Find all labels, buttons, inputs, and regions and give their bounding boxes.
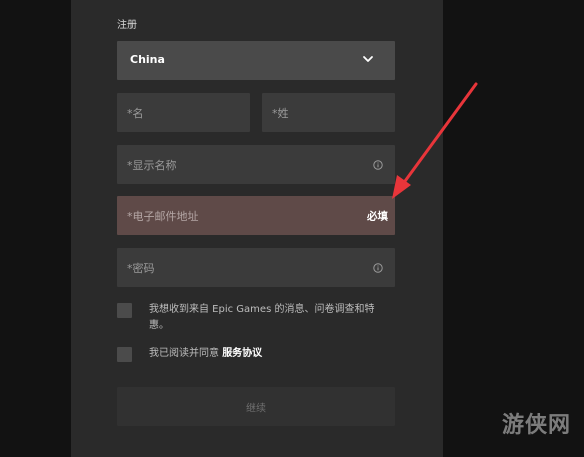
chevron-down-icon [363,56,373,62]
display-name-field[interactable]: *显示名称 [117,145,395,184]
country-select-value: China [130,53,165,66]
terms-checkbox[interactable] [117,347,132,362]
last-name-field[interactable]: *姓 [262,93,395,132]
last-name-placeholder: *姓 [272,106,289,120]
email-required-error: 必填 [367,210,388,222]
watermark-logo: 游侠网 [502,413,572,438]
terms-of-service-link[interactable]: 服务协议 [222,348,262,359]
email-placeholder: *电子邮件地址 [127,209,199,223]
email-field[interactable]: *电子邮件地址 必填 [117,196,395,235]
signup-page: 注册 China *名 *姓 *显示名称 *电子邮件地址 必填 *密码 我想收到… [0,0,584,457]
country-select[interactable]: China [117,41,395,80]
form-heading: 注册 [117,20,137,31]
terms-label-text: 我已阅读并同意 [149,348,219,359]
info-icon[interactable] [373,159,383,170]
newsletter-checkbox-label: 我想收到来自 Epic Games 的消息、问卷调查和特惠。 [149,304,375,331]
newsletter-checkbox[interactable] [117,303,132,318]
continue-button-label: 继续 [246,403,266,414]
password-placeholder: *密码 [127,261,155,275]
info-icon[interactable] [373,262,383,273]
first-name-field[interactable]: *名 [117,93,250,132]
display-name-placeholder: *显示名称 [127,158,177,172]
first-name-placeholder: *名 [127,106,144,120]
terms-checkbox-label: 我已阅读并同意 服务协议 [149,346,262,362]
password-field[interactable]: *密码 [117,248,395,287]
continue-button[interactable]: 继续 [117,387,395,426]
